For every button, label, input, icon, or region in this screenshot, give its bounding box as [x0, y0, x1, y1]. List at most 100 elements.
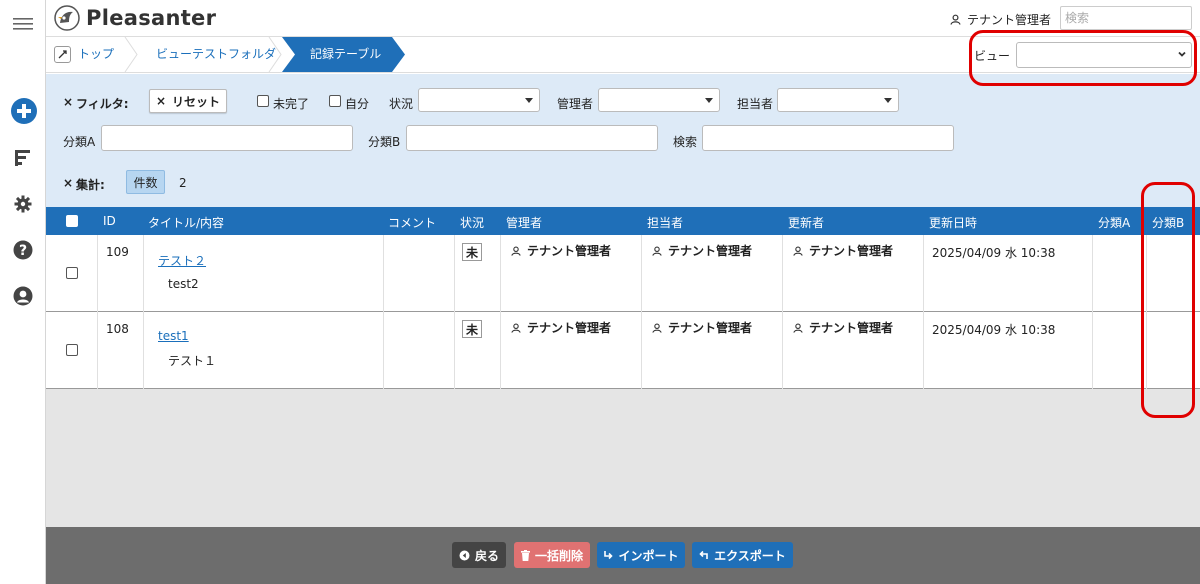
- row-id: 108: [106, 322, 129, 336]
- row-manager: テナント管理者: [511, 319, 611, 336]
- row-checkbox[interactable]: [66, 267, 78, 279]
- class-b-label: 分類B: [368, 135, 401, 149]
- incomplete-checkbox[interactable]: [257, 95, 269, 107]
- bulk-delete-button[interactable]: 一括削除: [514, 542, 590, 568]
- export-icon: [699, 550, 708, 559]
- add-new-icon[interactable]: [10, 97, 38, 125]
- user-icon: [652, 323, 662, 333]
- search-input[interactable]: [1060, 6, 1192, 30]
- row-updated: 2025/04/09 水 10:38: [932, 323, 1056, 337]
- dropdown-arrow-icon: [705, 98, 713, 103]
- row-body: テスト１: [168, 354, 217, 368]
- manager-select[interactable]: [598, 88, 720, 112]
- column-header-comment[interactable]: コメント: [388, 214, 436, 231]
- view-select[interactable]: [1016, 42, 1192, 68]
- back-icon: [459, 550, 470, 560]
- svg-text:?: ?: [19, 243, 27, 259]
- breadcrumb: トップ ビューテストフォルダ 記録テーブル ビュー: [46, 36, 1200, 73]
- link-icon[interactable]: [54, 46, 71, 63]
- row-owner: テナント管理者: [652, 319, 752, 336]
- close-icon: ×: [155, 94, 167, 108]
- column-header-class-b[interactable]: 分類B: [1152, 214, 1184, 231]
- breadcrumb-separator-icon: [124, 37, 138, 72]
- status-badge: 未: [462, 243, 482, 261]
- row-title-link[interactable]: テスト２: [158, 252, 206, 269]
- top-header: Pleasanter テナント管理者: [46, 0, 1200, 36]
- dropdown-arrow-icon: [884, 98, 892, 103]
- breadcrumb-item-top[interactable]: トップ: [78, 37, 114, 72]
- table-header: ID タイトル/内容 コメント 状況 管理者 担当者 更新者 更新日時 分類A …: [46, 207, 1200, 235]
- self-label: 自分: [345, 97, 370, 111]
- class-a-input[interactable]: [101, 125, 353, 151]
- column-header-manager[interactable]: 管理者: [506, 214, 542, 231]
- owner-label: 担当者: [737, 97, 774, 111]
- breadcrumb-item-current[interactable]: 記録テーブル: [282, 37, 392, 72]
- column-header-id[interactable]: ID: [103, 214, 116, 228]
- app-logo[interactable]: Pleasanter: [54, 5, 216, 31]
- reset-button[interactable]: × リセット: [149, 89, 227, 113]
- class-a-label: 分類A: [63, 135, 96, 149]
- row-updated: 2025/04/09 水 10:38: [932, 246, 1056, 260]
- aggregation-collapse-icon[interactable]: ×: [63, 176, 73, 190]
- search-label: 検索: [673, 135, 698, 149]
- row-title-link[interactable]: test1: [158, 329, 189, 343]
- user-icon: [652, 246, 662, 256]
- trash-icon: [520, 549, 530, 561]
- status-select[interactable]: [418, 88, 540, 112]
- filter-search-input[interactable]: [702, 125, 954, 151]
- row-owner: テナント管理者: [652, 242, 752, 259]
- column-header-updater[interactable]: 更新者: [788, 214, 824, 231]
- hamburger-menu-icon[interactable]: [12, 13, 34, 35]
- row-id: 109: [106, 245, 129, 259]
- breadcrumb-arrow-icon: [392, 37, 405, 72]
- aggregation-label: 集計:: [76, 178, 105, 192]
- column-header-updated[interactable]: 更新日時: [929, 214, 977, 231]
- row-updater: テナント管理者: [793, 319, 893, 336]
- gear-icon[interactable]: [12, 193, 34, 215]
- column-header-owner[interactable]: 担当者: [647, 214, 683, 231]
- class-b-input[interactable]: [406, 125, 658, 151]
- breadcrumb-separator-icon: [268, 37, 282, 72]
- table-row[interactable]: 109 テスト２ test2 未 テナント管理者 テナント管理者 テナント管理者…: [46, 235, 1200, 312]
- breadcrumb-arrow-cut-icon: [282, 37, 295, 72]
- app-name: Pleasanter: [86, 6, 217, 30]
- filter-panel: × フィルタ: × リセット 未完了 自分 状況 管理者 担当者 分類A 分類B…: [46, 74, 1200, 207]
- column-header-class-a[interactable]: 分類A: [1098, 214, 1130, 231]
- dropdown-arrow-icon: [525, 98, 533, 103]
- status-label: 状況: [389, 97, 414, 111]
- export-button[interactable]: エクスポート: [692, 542, 793, 568]
- view-list-icon[interactable]: [12, 147, 34, 169]
- side-navigation: ?: [0, 0, 46, 584]
- logo-mark-icon: [54, 5, 80, 31]
- breadcrumb-item-folder[interactable]: ビューテストフォルダ: [156, 37, 276, 72]
- select-all-checkbox[interactable]: [66, 215, 78, 227]
- current-user[interactable]: テナント管理者: [950, 11, 1051, 28]
- row-body: test2: [168, 277, 199, 291]
- user-icon: [511, 246, 521, 256]
- filter-collapse-icon[interactable]: ×: [63, 95, 73, 109]
- row-checkbox[interactable]: [66, 344, 78, 356]
- status-badge: 未: [462, 320, 482, 338]
- import-icon: [604, 551, 614, 560]
- back-button[interactable]: 戻る: [452, 542, 506, 568]
- footer-toolbar: 戻る 一括削除 インポート エクスポート: [46, 527, 1200, 584]
- column-header-title[interactable]: タイトル/内容: [148, 214, 224, 231]
- user-icon: [950, 14, 961, 25]
- self-checkbox[interactable]: [329, 95, 341, 107]
- row-manager: テナント管理者: [511, 242, 611, 259]
- import-button[interactable]: インポート: [597, 542, 685, 568]
- count-aggregation-button[interactable]: 件数: [126, 170, 165, 194]
- count-label: 件数: [133, 175, 158, 190]
- table-row[interactable]: 108 test1 テスト１ 未 テナント管理者 テナント管理者 テナント管理者…: [46, 312, 1200, 389]
- help-icon[interactable]: ?: [12, 239, 34, 261]
- manager-label: 管理者: [557, 97, 594, 111]
- filter-label: フィルタ:: [76, 97, 129, 111]
- owner-select[interactable]: [777, 88, 899, 112]
- empty-area: [46, 389, 1200, 527]
- user-icon: [511, 323, 521, 333]
- column-header-status[interactable]: 状況: [460, 214, 484, 231]
- user-name: テナント管理者: [967, 13, 1052, 27]
- user-account-icon[interactable]: [12, 285, 34, 307]
- user-icon: [793, 246, 803, 256]
- user-icon: [793, 323, 803, 333]
